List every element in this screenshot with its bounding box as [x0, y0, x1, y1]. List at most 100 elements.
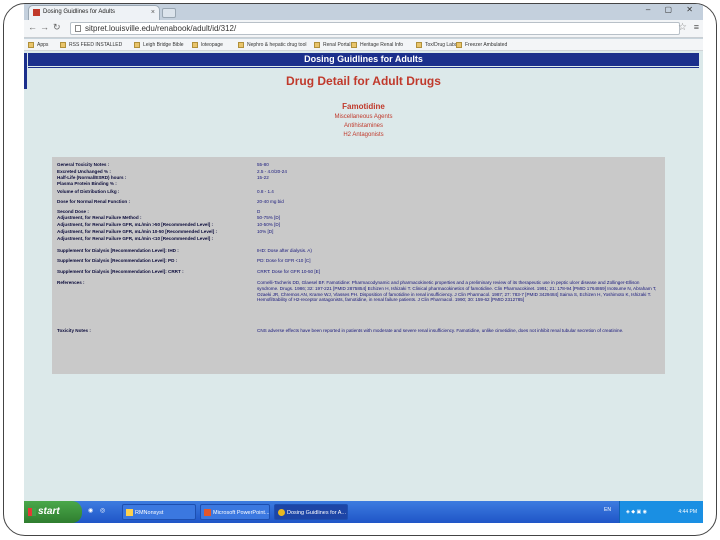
detail-value: 10-50% [D]	[257, 222, 280, 227]
quicklaunch-icon[interactable]: ◉	[88, 507, 93, 514]
detail-label: Half-Life (Normal/ESRD) hours :	[57, 175, 127, 180]
powerpoint-icon	[204, 509, 211, 516]
url-text: sitpret.louisville.edu/renabook/adult/id…	[85, 24, 237, 33]
detail-label: Adjustment, for Renal Failure GFR, mL/mi…	[57, 229, 218, 234]
system-tray: ◈ ◆ ▣ ◉ 4:44 PM	[619, 501, 703, 523]
language-indicator[interactable]: EN	[604, 507, 611, 513]
detail-value: CNS adverse effects have been reported i…	[257, 328, 624, 333]
detail-value: 55-80	[257, 162, 269, 167]
browser-tab-strip: Dosing Guidlines for Adults × – ▢ ✕	[24, 4, 703, 20]
bookmark-label: loteopage	[201, 42, 223, 48]
bookmark-item[interactable]: Heritage Renal Info	[351, 40, 403, 50]
bookmark-label: Apps	[37, 42, 49, 48]
bookmark-item[interactable]: Renal Portal	[314, 40, 351, 50]
taskbar-button[interactable]: Dosing Guidlines for A...	[274, 504, 348, 520]
url-bar[interactable]: sitpret.louisville.edu/renabook/adult/id…	[70, 22, 680, 35]
monitor-frame: Dosing Guidlines for Adults × – ▢ ✕ ← → …	[3, 3, 717, 536]
web-page: Dosing Guidlines for Adults Drug Detail …	[24, 51, 703, 501]
bookmarks-bar: Apps RSS FEED INSTALLED Leigh Bridge Bible…	[24, 39, 703, 51]
detail-label: Excreted Unchanged % :	[57, 169, 111, 174]
bookmark-item[interactable]: Leigh Bridge Bible	[134, 40, 184, 50]
bookmark-item[interactable]: Nephro & hepatic drug tool	[238, 40, 306, 50]
detail-value: 2.5 - 4.0/20-24	[257, 169, 287, 174]
drug-class: H2 Antagonists	[343, 132, 384, 138]
bookmark-item[interactable]: Apps	[28, 40, 48, 50]
page-header: Dosing Guidlines for Adults	[28, 53, 699, 66]
taskbar-button[interactable]: RMNonsyst	[122, 504, 196, 520]
window-controls[interactable]: – ▢ ✕	[646, 5, 699, 14]
detail-value: IHD: Dose after dialysis. A)	[257, 248, 312, 253]
reload-icon[interactable]: ↻	[53, 22, 61, 33]
drug-name: Famotidine	[342, 102, 385, 111]
quicklaunch-icon[interactable]: ◎	[100, 507, 105, 514]
new-tab-button[interactable]	[162, 8, 176, 18]
screen: Dosing Guidlines for Adults × – ▢ ✕ ← → …	[24, 4, 703, 523]
detail-label: Plasma Protein Binding % :	[57, 181, 117, 186]
detail-label: Supplement for Dialysis [Recommendation …	[57, 258, 178, 263]
drug-class: Miscellaneous Agents	[334, 114, 393, 120]
detail-label: Adjustment, for Renal Failure Method :	[57, 215, 142, 220]
detail-value: D	[257, 209, 261, 214]
detail-label: Adjustment, for Renal Failure GFR, mL/mi…	[57, 222, 214, 227]
bookmark-item[interactable]: Tox/Drug Labs	[416, 40, 457, 50]
folder-icon	[192, 42, 198, 48]
bookmark-label: Nephro & hepatic drug tool	[247, 42, 307, 48]
folder-icon	[28, 42, 34, 48]
menu-icon[interactable]: ≡	[694, 22, 699, 32]
bookmark-item[interactable]: loteopage	[192, 40, 223, 50]
bookmark-star-icon[interactable]: ☆	[678, 22, 687, 33]
folder-icon	[134, 42, 140, 48]
folder-icon	[126, 509, 133, 516]
header-divider	[28, 67, 699, 68]
taskbar-button-label: Microsoft PowerPoint...	[213, 510, 270, 516]
bookmark-label: Leigh Bridge Bible	[143, 42, 184, 48]
drug-class: Antihistamines	[343, 123, 384, 129]
browser-tab[interactable]: Dosing Guidlines for Adults ×	[28, 5, 160, 20]
folder-icon	[238, 42, 244, 48]
detail-value: Cornelli-Tacheris DD, Glaesel BF. Famoti…	[257, 280, 657, 303]
page-icon	[75, 25, 81, 32]
bookmark-item[interactable]: Freezer Ambulated	[456, 40, 507, 50]
tab-title: Dosing Guidlines for Adults	[43, 9, 116, 15]
bookmark-label: Tox/Drug Labs	[425, 42, 458, 48]
detail-label: Dose for Normal Renal Function :	[57, 199, 130, 204]
taskbar-button-label: Dosing Guidlines for A...	[287, 510, 347, 516]
detail-value: 10% [D]	[257, 229, 274, 234]
detail-value: 50-75% [D]	[257, 215, 280, 220]
bookmark-label: Freezer Ambulated	[465, 42, 508, 48]
detail-label: Second Dose :	[57, 209, 89, 214]
detail-label: Toxicity Notes :	[57, 328, 91, 333]
detail-value: 15-22	[257, 175, 269, 180]
bookmark-label: RSS FEED INSTALLED	[69, 42, 123, 48]
detail-label: Adjustment, for Renal Failure GFR, mL/mi…	[57, 236, 214, 241]
chrome-icon	[278, 509, 285, 516]
bookmark-item[interactable]: RSS FEED INSTALLED	[60, 40, 122, 50]
close-tab-icon[interactable]: ×	[151, 6, 155, 19]
detail-label: References :	[57, 280, 85, 285]
start-label: start	[38, 506, 60, 517]
page-title: Drug Detail for Adult Drugs	[286, 74, 441, 88]
address-row: ← → ↻ sitpret.louisville.edu/renabook/ad…	[24, 20, 703, 38]
detail-label: Supplement for Dialysis [Recommendation …	[57, 248, 179, 253]
favicon-icon	[33, 9, 40, 16]
folder-icon	[456, 42, 462, 48]
forward-icon[interactable]: →	[40, 22, 49, 32]
drug-detail-panel: General Toxicity Notes : 55-80 Excreted Un…	[52, 157, 665, 374]
start-button[interactable]: start	[24, 501, 82, 523]
detail-value: CRRT: Dose for GFR 10-50 [E]	[257, 269, 320, 274]
detail-label: General Toxicity Notes :	[57, 162, 110, 167]
clock: 4:44 PM	[678, 509, 697, 515]
detail-value: PD: Dose for GFR <10 [C]	[257, 258, 311, 263]
back-icon[interactable]: ←	[28, 22, 37, 32]
tray-icons[interactable]: ◈ ◆ ▣ ◉	[626, 509, 647, 515]
folder-icon	[416, 42, 422, 48]
bookmark-label: Heritage Renal Info	[360, 42, 404, 48]
taskbar-button-label: RMNonsyst	[135, 510, 164, 516]
detail-value: 20-40 mg bid	[257, 199, 284, 204]
taskbar-button[interactable]: Microsoft PowerPoint...	[200, 504, 270, 520]
folder-icon	[314, 42, 320, 48]
detail-value: 0.8 - 1.4	[257, 189, 274, 194]
folder-icon	[60, 42, 66, 48]
detail-label: Volume of Distribution L/kg :	[57, 189, 120, 194]
folder-icon	[351, 42, 357, 48]
